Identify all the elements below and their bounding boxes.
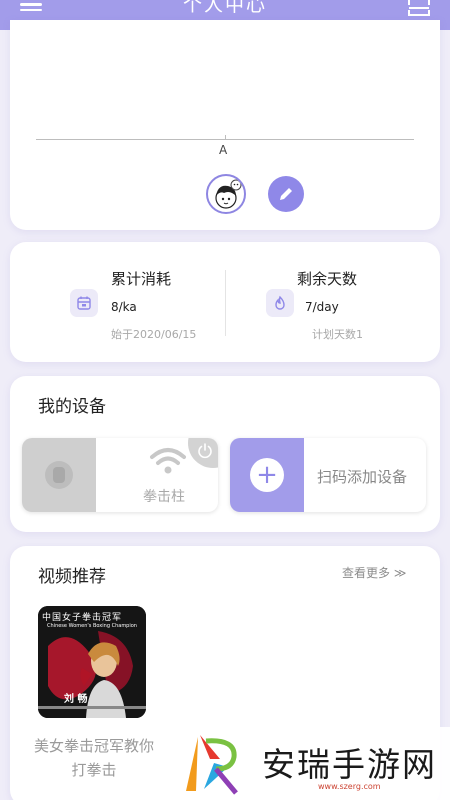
ruler-tick [225,135,226,140]
thumb-subtitle: Chinese Women's Boxing Champion [47,623,137,629]
watermark-text: 安瑞手游网 [262,745,437,784]
profile-card: A [10,20,440,230]
stat-plan-days: 计划天数1 [312,328,363,341]
calendar-icon [70,289,98,317]
avatar-cartoon-icon [215,179,242,209]
watermark-logo-icon [186,735,238,795]
add-device-icon-box: + [230,438,304,512]
edit-profile-button[interactable] [268,176,304,212]
page-title: 个人中心 [182,0,267,16]
stat-value: 8/ka [111,300,137,314]
flame-icon [266,289,294,317]
ruler-label: A [219,143,228,157]
add-device-label: 扫码添加设备 [317,468,408,486]
video-thumbnail[interactable]: 中国女子拳击冠军 Chinese Women's Boxing Champion… [38,606,146,718]
scan-icon[interactable] [408,0,430,16]
stat-start-date: 始于2020/06/15 [111,328,197,341]
view-more-link[interactable]: 查看更多 ≫ [342,564,406,581]
total-consumption-stat[interactable]: 累计消耗 8/ka 始于2020/06/15 [10,242,220,362]
my-devices-card: 我的设备 拳击柱 + 扫码添加设备 [10,376,440,532]
stat-title: 剩余天数 [297,270,358,288]
power-icon[interactable] [196,442,214,460]
section-title: 我的设备 [38,397,106,417]
device-name: 拳击柱 [143,489,185,505]
stat-title: 累计消耗 [111,270,172,288]
thumb-name: 刘 畅 [64,694,88,705]
device-image [22,438,96,512]
stat-value: 7/day [305,300,339,314]
avatar[interactable] [206,174,246,214]
section-title: 视频推荐 [38,567,106,587]
remaining-days-stat[interactable]: 剩余天数 7/day 计划天数1 [226,242,436,362]
device-tile[interactable]: 拳击柱 [22,438,218,512]
thumb-title: 中国女子拳击冠军 [42,613,123,623]
stats-card: 累计消耗 8/ka 始于2020/06/15 剩余天数 7/day 计划天数1 [10,242,440,362]
punching-bag-icon [45,461,73,489]
video-title[interactable]: 美女拳击冠军教你打拳击 [32,734,156,782]
wifi-icon [150,448,186,474]
watermark-url: www.szerg.com [318,782,381,791]
plus-icon: + [250,458,284,492]
watermark: 安瑞手游网 www.szerg.com [170,727,450,800]
pencil-icon [280,188,292,200]
add-device-button[interactable]: + 扫码添加设备 [230,438,426,512]
